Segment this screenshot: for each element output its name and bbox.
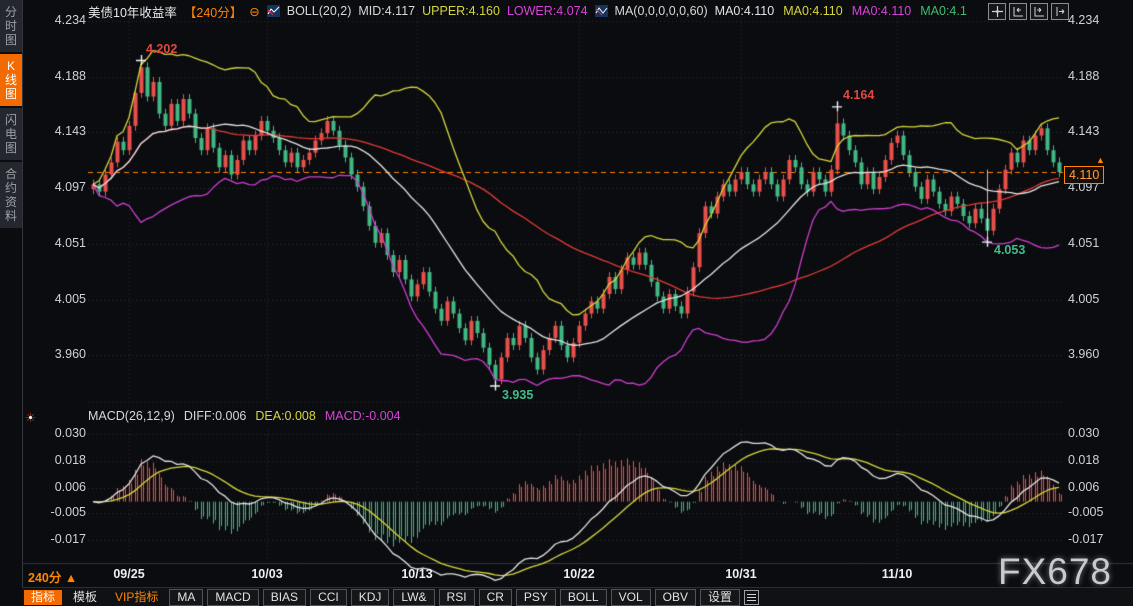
ma-value-3: MA0:4.1 (920, 4, 967, 18)
chart-legend: 美债10年收益率 【240分】 ⊖ BOLL(20,2) MID:4.117 U… (88, 3, 967, 19)
tab-RSI[interactable]: RSI (439, 589, 475, 606)
tab-PSY[interactable]: PSY (516, 589, 556, 606)
date-label: 10/13 (393, 567, 441, 581)
zoom-out-axis-icon[interactable] (1009, 3, 1027, 20)
price-tick-l: 4.143 (40, 124, 86, 138)
price-tick-r: 4.005 (1068, 292, 1128, 306)
tab-KDJ[interactable]: KDJ (351, 589, 390, 606)
boll-mid: MID:4.117 (358, 4, 415, 18)
tab-CCI[interactable]: CCI (310, 589, 347, 606)
swing-price-label: 3.935 (502, 388, 533, 402)
left-sidebar: 分 时 图K 线 图闪 电 图合 约 资 料 (0, 0, 23, 606)
timeframe-label[interactable]: 240分 ▲ (28, 567, 77, 586)
collapse-indicator-icon[interactable]: ⊖ (249, 4, 259, 19)
zoom-in-axis-icon[interactable] (1030, 3, 1048, 20)
chart-window-controls (988, 3, 1069, 20)
swing-price-label: 4.053 (994, 243, 1025, 257)
price-tick-r: 4.143 (1068, 124, 1128, 138)
price-tick-r: 4.234 (1068, 13, 1128, 27)
ma-value-2: MA0:4.110 (852, 4, 912, 18)
date-label: 10/03 (243, 567, 291, 581)
boll-lower: LOWER:4.074 (507, 4, 588, 18)
price-tick-r: 3.960 (1068, 347, 1128, 361)
macd-tick-l: -0.005 (40, 505, 86, 519)
macd-dea: DEA:0.008 (255, 409, 315, 423)
indicator-toolbar: 指标模板 VIP指标 MAMACD BIASCCIKDJLW&RSICRPSYBOLL… (22, 587, 1133, 606)
sidebar-item-3[interactable]: 合 约 资 料 (0, 162, 22, 228)
ma-name: MA(0,0,0,0,0,60) (615, 4, 708, 18)
tab-CR[interactable]: CR (479, 589, 512, 606)
boll-indicator-icon[interactable] (267, 5, 280, 17)
macd-diff: DIFF:0.006 (184, 409, 247, 423)
pan-right-icon[interactable] (1051, 3, 1069, 20)
tab-指标[interactable]: 指标 (24, 590, 62, 605)
date-label: 11/10 (873, 567, 921, 581)
price-tick-l: 4.051 (40, 236, 86, 250)
sidebar-item-0[interactable]: 分 时 图 (0, 0, 22, 52)
tab-BIAS[interactable]: BIAS (263, 589, 306, 606)
candlestick-chart-canvas[interactable] (0, 0, 1133, 606)
macd-tick-l: -0.017 (40, 532, 86, 546)
crosshair-icon[interactable] (988, 3, 1006, 20)
price-up-arrow-icon: ▲ (1096, 155, 1105, 165)
macd-tick-l: 0.030 (40, 426, 86, 440)
tab-OBV[interactable]: OBV (655, 589, 696, 606)
tab-MACD[interactable]: MACD (207, 589, 258, 606)
tab-模板[interactable]: 模板 (66, 590, 104, 605)
boll-name: BOLL(20,2) (287, 4, 352, 18)
swing-price-label: 4.164 (843, 88, 874, 102)
chart-application: 分 时 图K 线 图闪 电 图合 约 资 料 美债10年收益率 【240分】 ⊖… (0, 0, 1133, 606)
macd-tick-r: 0.018 (1068, 453, 1128, 467)
macd-tick-r: -0.005 (1068, 505, 1128, 519)
price-tick-l: 4.097 (40, 180, 86, 194)
tab-VOL[interactable]: VOL (611, 589, 651, 606)
price-tick-l: 3.960 (40, 347, 86, 361)
tab-BOLL[interactable]: BOLL (560, 589, 607, 606)
ma-value-0: MA0:4.110 (715, 4, 775, 18)
tab-VIP指标[interactable]: VIP指标 (108, 590, 165, 605)
tab-MA[interactable]: MA (169, 589, 203, 606)
ma-value-1: MA0:4.110 (783, 4, 843, 18)
boll-upper: UPPER:4.160 (422, 4, 500, 18)
price-tick-r: 4.188 (1068, 69, 1128, 83)
tab-设置[interactable]: 设置 (700, 589, 740, 606)
price-tick-l: 4.005 (40, 292, 86, 306)
macd-tick-r: -0.017 (1068, 532, 1128, 546)
date-label: 09/25 (105, 567, 153, 581)
macd-tick-l: 0.018 (40, 453, 86, 467)
price-tick-r: 4.051 (1068, 236, 1128, 250)
alert-flash-icon[interactable]: ✳ (23, 410, 38, 425)
macd-tick-r: 0.030 (1068, 426, 1128, 440)
ma-indicator-icon[interactable] (595, 5, 608, 17)
period-badge: 【240分】 (184, 2, 242, 21)
instrument-title: 美债10年收益率 (88, 2, 177, 21)
date-label: 10/31 (717, 567, 765, 581)
price-tick-l: 4.234 (40, 13, 86, 27)
macd-name: MACD(26,12,9) (88, 409, 175, 423)
price-tick-l: 4.188 (40, 69, 86, 83)
macd-legend: MACD(26,12,9) DIFF:0.006 DEA:0.008 MACD:… (88, 409, 401, 423)
date-label: 10/22 (555, 567, 603, 581)
sidebar-item-1[interactable]: K 线 图 (0, 54, 22, 106)
swing-price-label: 4.202 (146, 42, 177, 56)
tab-LW&[interactable]: LW& (393, 589, 434, 606)
ma-values: MA0:4.110 MA0:4.110 MA0:4.110 MA0:4.1 (715, 4, 967, 18)
sidebar-item-2[interactable]: 闪 电 图 (0, 108, 22, 160)
timeframe-arrow-icon: ▲ (65, 571, 77, 585)
macd-tick-r: 0.006 (1068, 480, 1128, 494)
macd-tick-l: 0.006 (40, 480, 86, 494)
macd-value: MACD:-0.004 (325, 409, 401, 423)
current-price-badge: 4.110 (1064, 166, 1104, 184)
layout-grid-icon[interactable] (744, 590, 759, 605)
